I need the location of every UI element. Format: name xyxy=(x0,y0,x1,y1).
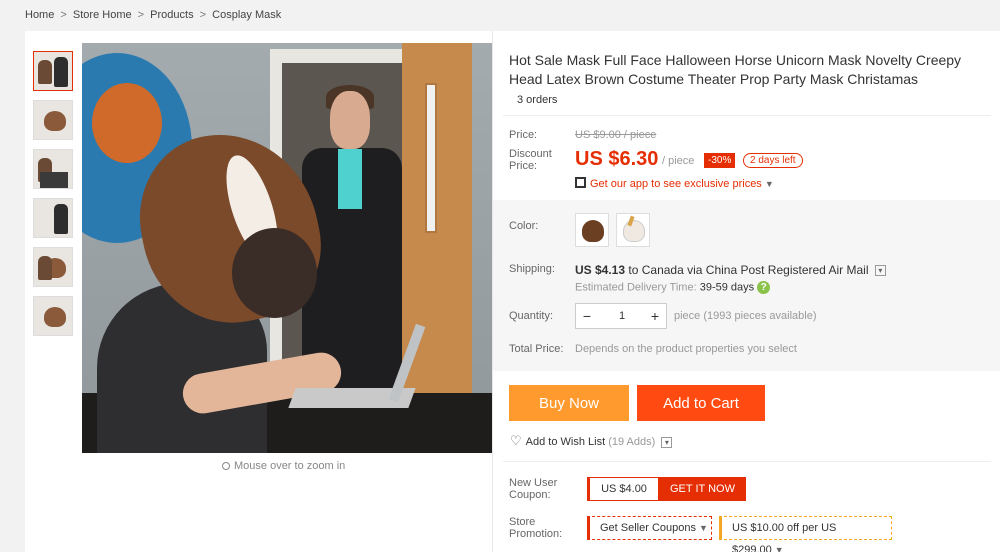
chevron-down-icon: ▼ xyxy=(774,545,784,552)
app-promo-link[interactable]: Get our app to see exclusive prices ▼ xyxy=(575,176,774,190)
original-price: US $9.00 / piece xyxy=(575,129,657,141)
price-label: Price: xyxy=(509,129,538,141)
decrease-quantity-button[interactable]: − xyxy=(576,304,598,328)
thumbnail-2[interactable] xyxy=(33,100,73,140)
quantity-stepper: − + xyxy=(575,303,667,329)
main-product-image[interactable] xyxy=(82,43,493,453)
qr-code-icon xyxy=(575,177,586,188)
breadcrumb-home[interactable]: Home xyxy=(25,9,54,21)
zoom-hint: Mouse over to zoom in xyxy=(222,460,345,472)
discount-price: US $6.30 xyxy=(575,148,659,170)
heart-icon: ♡ xyxy=(510,433,522,448)
total-price-note: Depends on the product properties you se… xyxy=(575,343,797,355)
breadcrumb-products[interactable]: Products xyxy=(150,9,193,21)
price-unit: / piece xyxy=(662,155,695,167)
breadcrumb-separator: > xyxy=(137,9,145,21)
thumbnail-3[interactable] xyxy=(33,149,73,189)
thumbnail-6[interactable] xyxy=(33,296,73,336)
quantity-label: Quantity: xyxy=(509,310,554,322)
dropdown-icon[interactable]: ▾ xyxy=(874,265,886,277)
increase-quantity-button[interactable]: + xyxy=(644,304,666,328)
delivery-time: Estimated Delivery Time: 39-59 days ? xyxy=(575,281,771,294)
breadcrumb-separator: > xyxy=(199,9,207,21)
get-it-now-button[interactable]: GET IT NOW xyxy=(659,477,746,501)
breadcrumb-cosplay-mask[interactable]: Cosplay Mask xyxy=(212,9,281,21)
add-to-cart-button[interactable]: Add to Cart xyxy=(637,385,765,421)
total-price-label: Total Price: xyxy=(509,343,564,355)
product-panel: Mouse over to zoom in Hot Sale Mask Full… xyxy=(25,31,1000,552)
thumbnail-4[interactable] xyxy=(33,198,73,238)
add-to-wishlist-link[interactable]: ♡ Add to Wish List (19 Adds) ▾ xyxy=(510,433,673,449)
chevron-down-icon: ▼ xyxy=(699,523,708,533)
product-title: Hot Sale Mask Full Face Halloween Horse … xyxy=(509,52,962,87)
buy-now-button[interactable]: Buy Now xyxy=(509,385,629,421)
breadcrumb-store-home[interactable]: Store Home xyxy=(73,9,132,21)
dropdown-icon[interactable]: ▾ xyxy=(661,436,673,448)
shipping-info[interactable]: US $4.13 to Canada via China Post Regist… xyxy=(575,263,886,277)
breadcrumb: Home > Store Home > Products > Cosplay M… xyxy=(25,9,284,21)
order-count[interactable]: 3 orders xyxy=(517,94,557,106)
color-option-brown-horse[interactable] xyxy=(575,213,609,247)
magnifier-icon xyxy=(222,462,230,470)
new-user-coupon-amount: US $4.00 xyxy=(587,477,659,501)
quantity-available: piece (1993 pieces available) xyxy=(674,310,817,322)
color-label: Color: xyxy=(509,220,539,232)
thumbnail-5[interactable] xyxy=(33,247,73,287)
quantity-input[interactable] xyxy=(600,306,644,326)
shipping-label: Shipping: xyxy=(509,263,555,275)
wishlist-count: (19 Adds) xyxy=(608,436,656,448)
store-promotion-offer[interactable]: US $10.00 off per US $299.00 ▼ xyxy=(719,516,892,552)
days-left-badge: 2 days left xyxy=(743,153,803,168)
store-promotion-label: Store Promotion: xyxy=(509,516,563,540)
delivery-days: 39-59 days xyxy=(699,281,755,294)
shipping-cost: US $4.13 xyxy=(575,263,626,277)
discount-price-label: Discount Price: xyxy=(509,148,552,172)
shipping-method: to Canada via China Post Registered Air … xyxy=(628,263,869,277)
new-user-coupon-label: New User Coupon: xyxy=(509,477,558,501)
discount-badge: -30% xyxy=(704,153,736,168)
color-option-white-unicorn[interactable] xyxy=(616,213,650,247)
chevron-down-icon: ▼ xyxy=(764,179,774,189)
get-seller-coupons-button[interactable]: Get Seller Coupons ▼ xyxy=(587,516,712,540)
breadcrumb-separator: > xyxy=(60,9,67,21)
help-icon[interactable]: ? xyxy=(757,281,771,294)
thumbnail-1[interactable] xyxy=(33,51,73,91)
thumbnail-list xyxy=(33,51,75,345)
